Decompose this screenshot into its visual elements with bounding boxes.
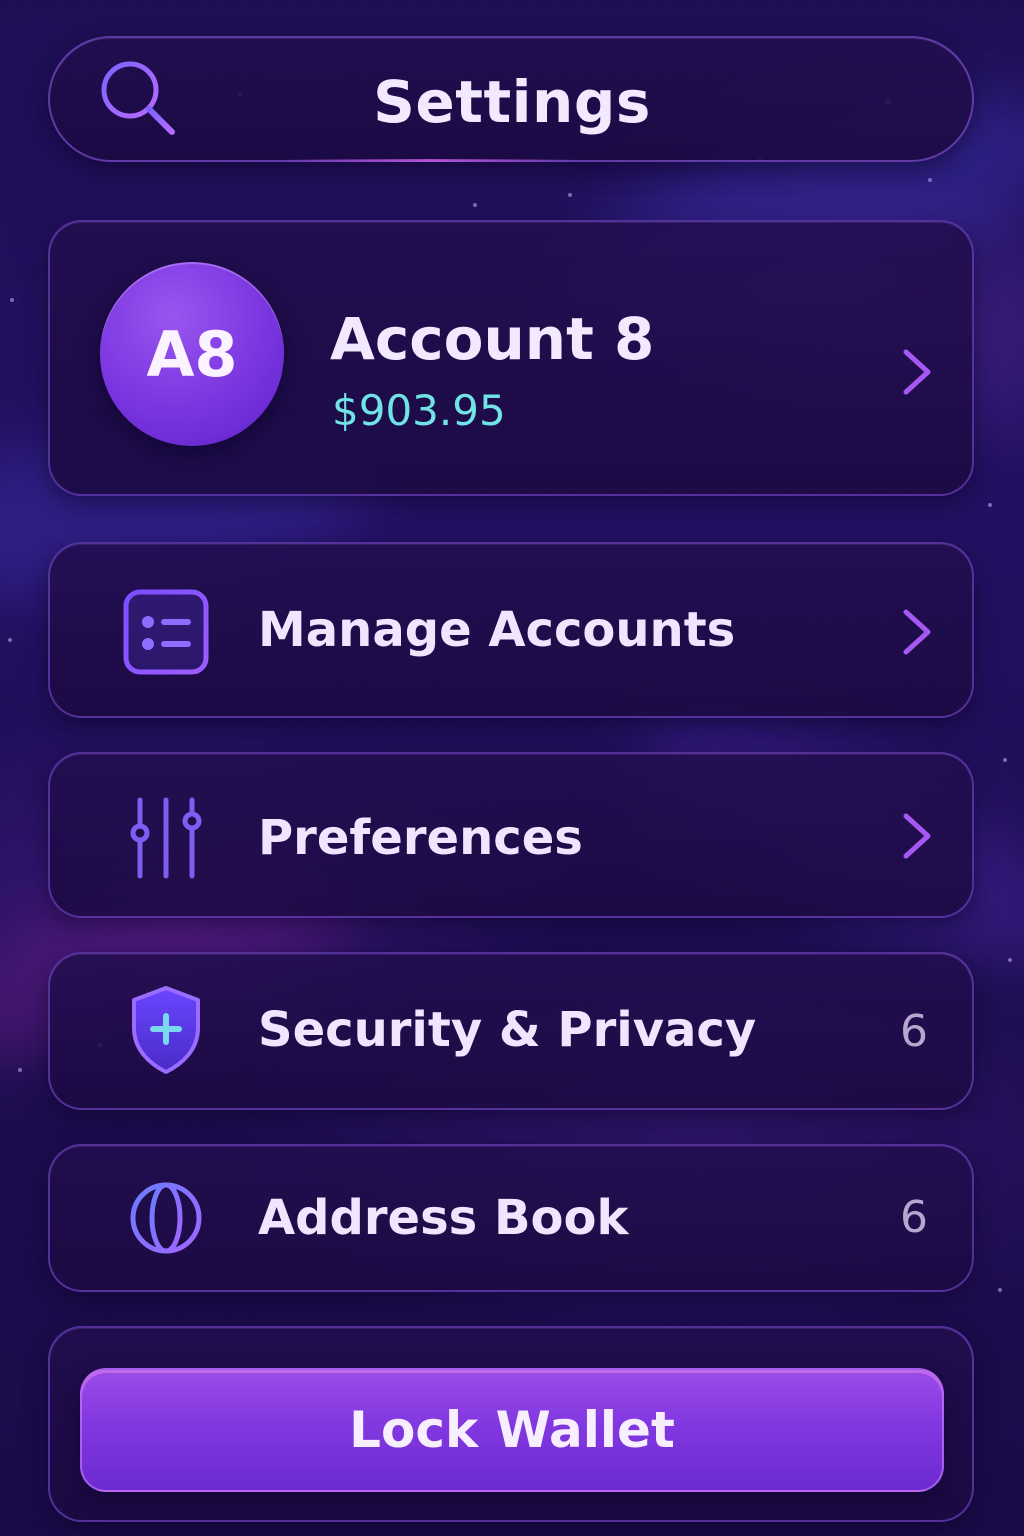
- account-balance: $903.95: [332, 386, 506, 435]
- menu-item-label: Address Book: [258, 1190, 629, 1246]
- menu-item-manage-accounts[interactable]: Manage Accounts: [48, 542, 974, 718]
- chevron-right-icon: [903, 813, 931, 859]
- chevron-right-icon: [903, 609, 931, 655]
- shield-icon: [132, 986, 200, 1074]
- account-card[interactable]: A8 Account 8 $903.95: [48, 220, 974, 496]
- lock-wallet-button[interactable]: Lock Wallet: [80, 1368, 944, 1492]
- list-icon: [123, 589, 209, 675]
- menu-item-address-book[interactable]: Address Book 6: [48, 1144, 974, 1292]
- count-badge: 6: [900, 1192, 928, 1243]
- account-name: Account 8: [330, 305, 655, 373]
- menu-item-security-privacy[interactable]: Security & Privacy 6: [48, 952, 974, 1110]
- account-avatar: A8: [100, 262, 284, 446]
- menu-item-label: Manage Accounts: [258, 602, 736, 658]
- menu-item-label: Security & Privacy: [258, 1002, 757, 1058]
- menu-item-preferences[interactable]: Preferences: [48, 752, 974, 918]
- menu-item-label: Preferences: [258, 810, 583, 866]
- page-title: Settings: [373, 68, 651, 136]
- globe-icon: [130, 1182, 202, 1254]
- header-glow: [280, 159, 580, 162]
- count-badge: 6: [900, 1006, 928, 1057]
- sliders-icon: [130, 797, 202, 879]
- lock-wallet-card: Lock Wallet: [48, 1326, 974, 1522]
- chevron-right-icon: [903, 349, 931, 395]
